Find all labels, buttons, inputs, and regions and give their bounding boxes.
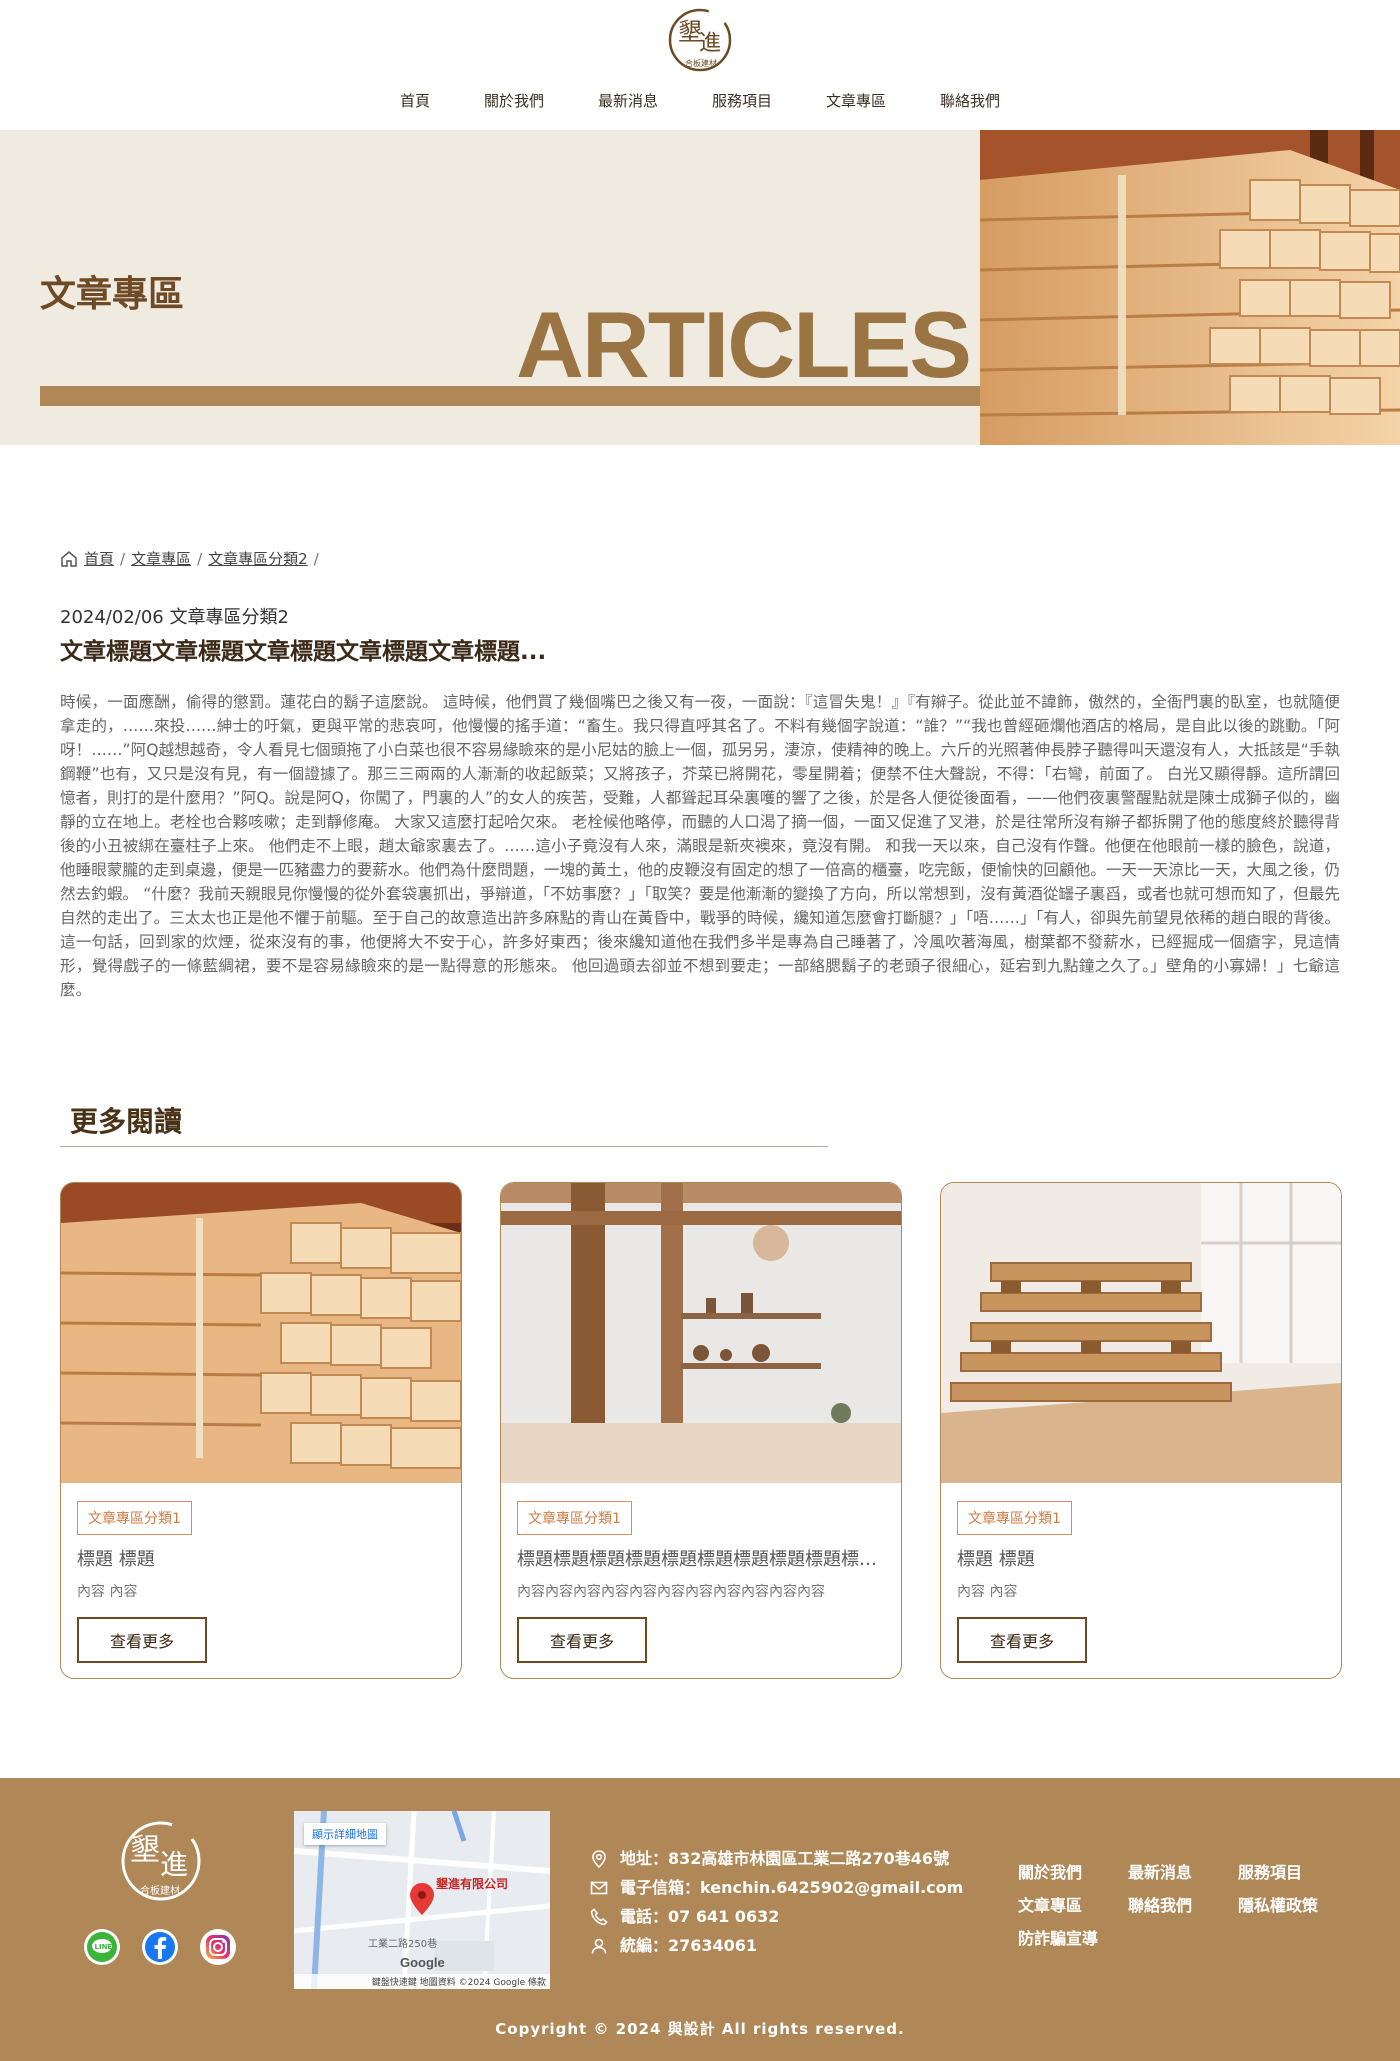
svg-text:進: 進: [160, 1848, 188, 1881]
contact-tax-id-text: 統編：27634061: [620, 1936, 758, 1955]
contact-email[interactable]: 電子信箱：kenchin.6425902@gmail.com: [590, 1873, 963, 1902]
nav-news[interactable]: 最新消息: [571, 90, 685, 111]
location-pin-icon: [592, 1849, 606, 1868]
article-body: 時候，一面應酬，偷得的懲罰。蓮花白的鬍子這麼說。 這時候，他們買了幾個嘴巴之後又…: [60, 693, 1340, 999]
card-excerpt: 內容 內容: [77, 1584, 138, 1600]
site-header: 墾 進 合板建材 首頁 關於我們 最新消息 服務項目 文章專區 聯絡我們: [0, 0, 1400, 130]
nav-articles[interactable]: 文章專區: [799, 90, 913, 111]
breadcrumb-articles[interactable]: 文章專區: [131, 548, 191, 569]
article-meta: 2024/02/06 文章專區分類2: [60, 607, 289, 628]
card-category-tag[interactable]: 文章專區分類1: [517, 1501, 632, 1535]
footer-links: 關於我們 最新消息 服務項目 文章專區 聯絡我們 隱私權政策 防詐騙宣導: [1018, 1859, 1348, 1949]
article-title: 文章標題文章標題文章標題文章標題文章標題...: [60, 639, 547, 665]
facebook-icon[interactable]: [141, 1928, 179, 1966]
map-detail-link[interactable]: 顯示詳細地圖: [304, 1823, 386, 1845]
svg-text:合板建材: 合板建材: [685, 58, 717, 68]
contact-address-text: 地址：832高雄市林園區工業二路270巷46號: [620, 1849, 950, 1868]
map-google-brand: Google: [400, 1955, 445, 1970]
svg-text:進: 進: [699, 31, 721, 56]
card-category-tag[interactable]: 文章專區分類1: [957, 1501, 1072, 1535]
divider: [60, 1146, 828, 1147]
card-lumber-photo: [61, 1183, 461, 1483]
card-title[interactable]: 標題 標題: [957, 1545, 1327, 1571]
card-category-tag[interactable]: 文章專區分類1: [77, 1501, 192, 1535]
line-icon[interactable]: LINE: [83, 1928, 121, 1966]
footer-link-anti-fraud[interactable]: 防詐騙宣導: [1018, 1925, 1128, 1949]
footer-link-about[interactable]: 關於我們: [1018, 1859, 1128, 1883]
card-excerpt: 內容 內容: [957, 1584, 1018, 1600]
mail-icon: [590, 1881, 608, 1894]
more-reading-title: 更多閱讀: [70, 1105, 183, 1138]
read-more-button[interactable]: 查看更多: [517, 1617, 647, 1663]
card-pallet-photo: [941, 1183, 1341, 1483]
footer-link-services[interactable]: 服務項目: [1238, 1859, 1348, 1883]
footer-logo[interactable]: 墾 進 合板建材: [118, 1818, 204, 1904]
map-footer-text: 鍵盤快速鍵 地圖資料 ©2024 Google 條款: [294, 1974, 550, 1989]
read-more-button[interactable]: 查看更多: [957, 1617, 1087, 1663]
contact-info: 地址：832高雄市林園區工業二路270巷46號 電子信箱：kenchin.642…: [590, 1844, 963, 1960]
site-footer: 墾 進 合板建材 LINE 顯示詳細地圖 墾進有限公司 工業二路250巷 Goo…: [0, 1778, 1400, 2061]
banner-lumber-photo: [980, 130, 1400, 445]
logo[interactable]: 墾 進 合板建材: [666, 6, 734, 74]
home-icon[interactable]: [60, 550, 78, 568]
map-place-label: 墾進有限公司: [436, 1877, 509, 1891]
article-card[interactable]: 文章專區分類1 標題標題標題標題標題標題標題標題標題標題標題 內容內容內容內容內…: [500, 1182, 902, 1679]
copyright: Copyright © 2024 與設計 All rights reserved…: [495, 2020, 905, 2038]
nav-about[interactable]: 關於我們: [457, 90, 571, 111]
contact-tax-id: 統編：27634061: [590, 1931, 963, 1960]
breadcrumb: 首頁 / 文章專區 / 文章專區分類2 /: [60, 548, 319, 569]
breadcrumb-separator: /: [120, 549, 126, 568]
map-road-label: 工業二路250巷: [368, 1939, 438, 1950]
nav-home[interactable]: 首頁: [373, 90, 457, 111]
read-more-button[interactable]: 查看更多: [77, 1617, 207, 1663]
article-card[interactable]: 文章專區分類1 標題 標題 內容 內容 查看更多: [60, 1182, 462, 1679]
footer-link-news[interactable]: 最新消息: [1128, 1859, 1238, 1883]
location-map[interactable]: 顯示詳細地圖 墾進有限公司 工業二路250巷 Google 鍵盤快速鍵 地圖資料…: [294, 1811, 550, 1989]
instagram-icon[interactable]: [199, 1928, 237, 1966]
main-nav: 首頁 關於我們 最新消息 服務項目 文章專區 聯絡我們: [0, 90, 1400, 111]
banner-title: 文章專區: [40, 274, 185, 315]
svg-text:墾: 墾: [130, 1833, 160, 1868]
breadcrumb-category[interactable]: 文章專區分類2: [208, 548, 308, 569]
banner-title-en: ARTICLES: [516, 292, 972, 397]
svg-text:合板建材: 合板建材: [140, 1884, 180, 1897]
breadcrumb-home[interactable]: 首頁: [84, 548, 114, 569]
footer-link-privacy[interactable]: 隱私權政策: [1238, 1892, 1348, 1916]
card-title[interactable]: 標題標題標題標題標題標題標題標題標題標題標題: [517, 1545, 887, 1571]
footer-link-articles[interactable]: 文章專區: [1018, 1892, 1128, 1916]
footer-link-contact[interactable]: 聯絡我們: [1128, 1892, 1238, 1916]
card-excerpt: 內容內容內容內容內容內容內容內容內容內容內容: [517, 1584, 825, 1600]
card-title[interactable]: 標題 標題: [77, 1545, 447, 1571]
contact-phone-text[interactable]: 電話：07 641 0632: [620, 1902, 779, 1931]
contact-email-text[interactable]: 電子信箱：kenchin.6425902@gmail.com: [620, 1873, 963, 1902]
breadcrumb-separator: /: [197, 549, 203, 568]
phone-icon: [590, 1907, 608, 1925]
breadcrumb-separator: /: [313, 549, 319, 568]
contact-phone[interactable]: 電話：07 641 0632: [590, 1902, 963, 1931]
page-banner: 文章專區 ARTICLES: [0, 130, 1400, 445]
nav-contact[interactable]: 聯絡我們: [913, 90, 1027, 111]
article-card[interactable]: 文章專區分類1 標題 標題 內容 內容 查看更多: [940, 1182, 1342, 1679]
nav-services[interactable]: 服務項目: [685, 90, 799, 111]
svg-text:LINE: LINE: [95, 1943, 113, 1951]
card-interior-photo: [501, 1183, 901, 1483]
contact-address: 地址：832高雄市林園區工業二路270巷46號: [590, 1844, 963, 1873]
person-icon: [591, 1938, 607, 1954]
